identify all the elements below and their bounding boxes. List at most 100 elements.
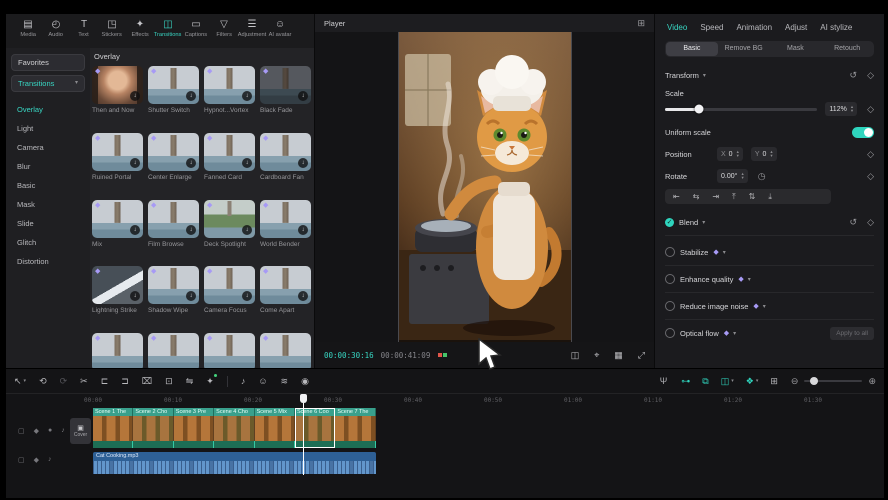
transition-item[interactable]: ◆ ↓ Hypnot...Vortex [204, 66, 255, 133]
align-middle-icon[interactable]: ⇅ [749, 192, 756, 201]
chevron-down-icon[interactable]: ▾ [723, 249, 726, 256]
track-options-icon[interactable]: ▢ [18, 427, 25, 435]
transition-item[interactable]: ◆ [148, 333, 199, 368]
inspector-subtab[interactable]: Retouch [821, 42, 873, 56]
auto-captions-icon[interactable]: ❖ ▾ [746, 376, 759, 387]
keyframe-icon[interactable]: ◇ [867, 149, 874, 160]
chevron-down-icon[interactable]: ▾ [763, 303, 766, 310]
video-clip[interactable]: Scene 2 Cho [133, 408, 173, 448]
transition-item[interactable]: ◆ ↓ Film Browse [148, 200, 199, 267]
preview-mirror-icon[interactable]: ⊞ [770, 376, 778, 387]
video-clip[interactable]: Scene 5 Mix [255, 408, 295, 448]
feature-checkbox[interactable] [665, 328, 675, 338]
download-icon[interactable]: ↓ [242, 91, 252, 101]
download-icon[interactable]: ↓ [186, 91, 196, 101]
category-item[interactable]: Overlay [6, 100, 90, 119]
transition-item[interactable]: ◆ ↓ Then and Now [92, 66, 143, 133]
category-item[interactable]: Slide [6, 214, 90, 233]
captions-icon[interactable]: ▭ Captions [182, 19, 210, 38]
chevron-down-icon[interactable]: ▾ [733, 330, 736, 337]
voice-icon[interactable]: ☺ [258, 376, 267, 386]
transition-item[interactable]: ◆ ↓ Come Apart [260, 266, 311, 333]
audio-clip-title[interactable]: Cat Cooking.mp3 [93, 452, 376, 461]
preview-quality-icon[interactable] [438, 353, 447, 357]
align-left-icon[interactable]: ⇤ [673, 192, 680, 201]
audio-icon[interactable]: ◴ Audio [42, 19, 70, 38]
inspector-subtab[interactable]: Mask [770, 42, 822, 56]
quality-icon[interactable]: ▦ [614, 350, 623, 361]
reset-icon[interactable]: ↺ [850, 70, 858, 81]
rotate-dial-icon[interactable]: ◷ [758, 171, 766, 182]
track-options-icon[interactable]: ▢ [18, 456, 25, 464]
effects-icon[interactable]: ✦ Effects [126, 19, 154, 38]
position-x-field[interactable]: X 0 ▴▾ [717, 147, 743, 161]
inspector-tab[interactable]: Video [667, 23, 687, 32]
uniform-scale-toggle[interactable] [852, 127, 874, 138]
playhead[interactable] [300, 394, 307, 475]
preview-axis-icon[interactable]: ◫ ▾ [721, 376, 734, 387]
transition-item[interactable]: ◆ ↓ World Bender [260, 200, 311, 267]
inspector-tab[interactable]: Adjust [785, 23, 807, 32]
mixer-icon[interactable]: ≋ [281, 376, 289, 387]
stepper-arrows[interactable]: ▴▾ [851, 105, 853, 113]
split-icon[interactable]: ✂ [80, 376, 88, 387]
transition-item[interactable]: ◆ ↓ Mix [92, 200, 143, 267]
fullscreen-icon[interactable]: ⤢ [638, 350, 645, 361]
record-icon[interactable]: ◉ [301, 376, 309, 387]
audio-waveform[interactable] [93, 461, 376, 474]
inspector-subtab[interactable]: Remove BG [718, 42, 770, 56]
stepper-arrows[interactable]: ▴▾ [770, 150, 772, 158]
inspector-tab[interactable]: Animation [736, 23, 772, 32]
category-item[interactable]: Basic [6, 176, 90, 195]
lock-icon[interactable]: ◆ [34, 456, 39, 464]
stepper-arrows[interactable]: ▴▾ [737, 150, 739, 158]
inspector-subtab[interactable]: Basic [666, 42, 718, 56]
mute-track-icon[interactable]: ♪ [241, 376, 246, 386]
trim-right-icon[interactable]: ⊐ [121, 376, 129, 387]
playhead-handle[interactable] [300, 394, 307, 403]
chevron-down-icon[interactable]: ▾ [703, 72, 706, 79]
download-icon[interactable]: ↓ [186, 225, 196, 235]
keyframe-icon[interactable]: ◇ [867, 171, 874, 182]
crop-icon[interactable]: ⊡ [165, 376, 173, 387]
timeline-ruler[interactable]: 00:0000:1000:2000:3000:4000:5001:0001:10… [6, 393, 884, 408]
blend-checkbox[interactable]: ✓ [665, 218, 674, 227]
transition-item[interactable]: ◆ ↓ Shadow Wipe [148, 266, 199, 333]
transition-item[interactable]: ◆ [92, 333, 143, 368]
transition-item[interactable]: ◆ ↓ Lightning Strike [92, 266, 143, 333]
transition-item[interactable]: ◆ ↓ Shutter Switch [148, 66, 199, 133]
category-item[interactable]: Mask [6, 195, 90, 214]
download-icon[interactable]: ↓ [130, 158, 140, 168]
video-clip[interactable]: Scene 4 Cho [214, 408, 254, 448]
scale-value-field[interactable]: 112% ▴▾ [825, 102, 857, 116]
ratio-icon[interactable]: ◫ [571, 350, 580, 361]
align-top-icon[interactable]: ⤒ [732, 192, 736, 202]
lock-icon[interactable]: ◆ [34, 427, 39, 435]
transition-item[interactable]: ◆ ↓ Black Fade [260, 66, 311, 133]
delete-icon[interactable]: ⌧ [142, 376, 152, 387]
download-icon[interactable]: ↓ [130, 291, 140, 301]
download-icon[interactable]: ↓ [298, 158, 308, 168]
transition-item[interactable]: ◆ [260, 333, 311, 368]
category-item[interactable]: Blur [6, 157, 90, 176]
filters-icon[interactable]: ▽ Filters [210, 19, 238, 38]
download-icon[interactable]: ↓ [298, 225, 308, 235]
category-item[interactable]: Glitch [6, 233, 90, 252]
feature-checkbox[interactable] [665, 301, 675, 311]
stepper-arrows[interactable]: ▴▾ [741, 172, 743, 180]
align-center-h-icon[interactable]: ⇆ [693, 192, 700, 201]
chevron-down-icon[interactable]: ▾ [748, 276, 751, 283]
mirror-icon[interactable]: ⇋ [186, 376, 194, 387]
download-icon[interactable]: ↓ [242, 225, 252, 235]
category-item[interactable]: Light [6, 119, 90, 138]
rotate-value-field[interactable]: 0.00° ▴▾ [717, 169, 748, 183]
video-preview[interactable] [398, 32, 572, 342]
download-icon[interactable]: ↓ [186, 291, 196, 301]
transition-item[interactable]: ◆ ↓ Deck Spotlight [204, 200, 255, 267]
download-icon[interactable]: ↓ [130, 225, 140, 235]
download-icon[interactable]: ↓ [242, 291, 252, 301]
scale-slider[interactable] [665, 108, 817, 111]
keyframe-icon[interactable]: ◇ [867, 217, 874, 228]
transitions-dropdown[interactable]: Transitions ▾ [11, 75, 85, 92]
download-icon[interactable]: ↓ [298, 291, 308, 301]
